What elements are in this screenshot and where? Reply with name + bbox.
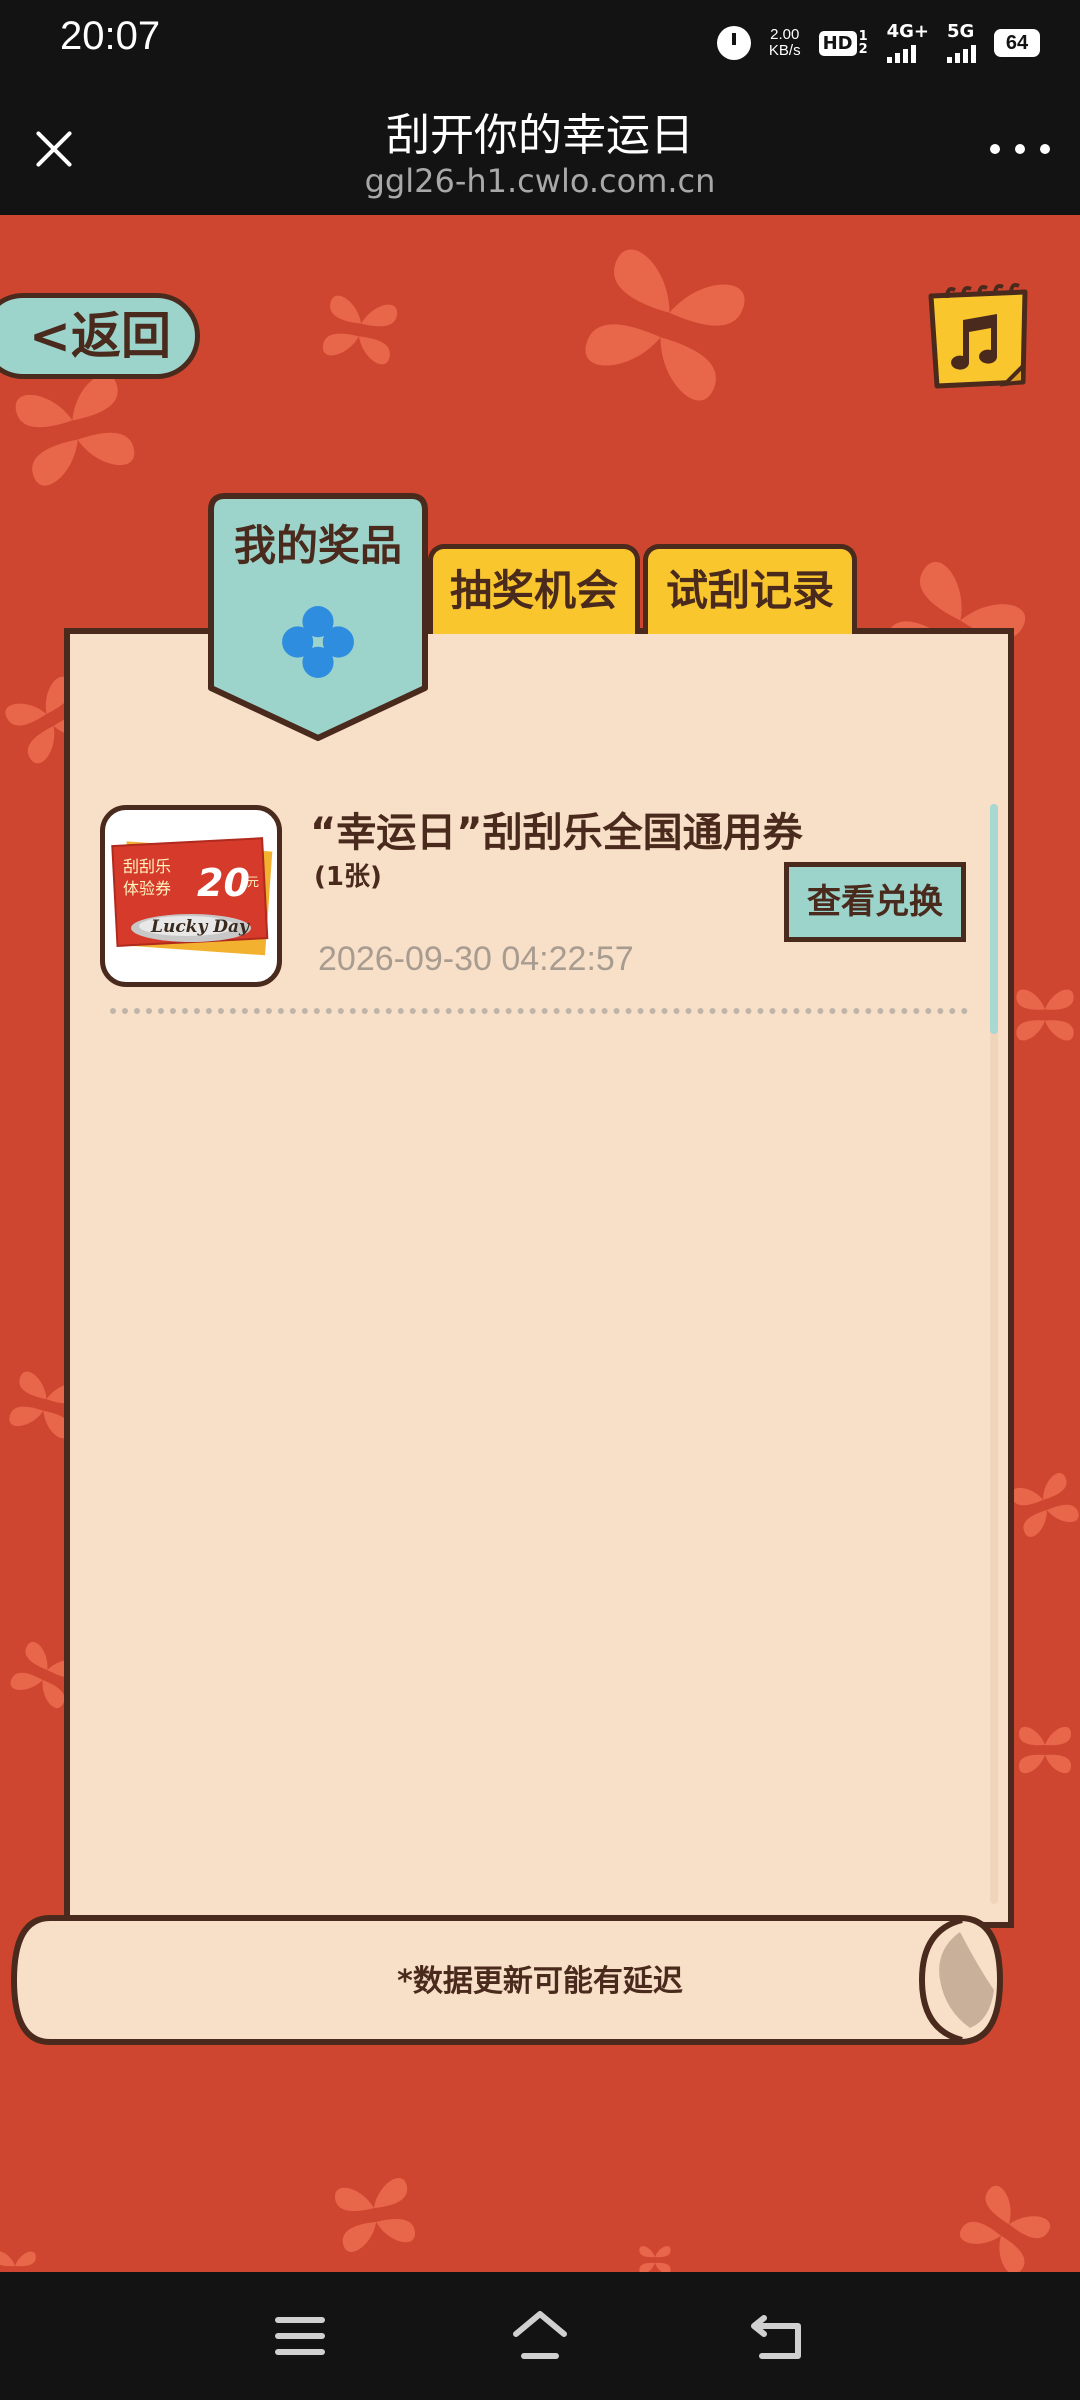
tab-my-prizes-label: 我的奖品 bbox=[233, 521, 402, 570]
speed-value: 2.00 bbox=[770, 26, 800, 43]
tab-my-prizes[interactable]: 我的奖品 bbox=[207, 492, 429, 742]
tab-lottery-chances[interactable]: 抽奖机会 bbox=[428, 544, 640, 634]
scrollbar-thumb[interactable] bbox=[990, 804, 998, 1034]
signal-5g: 5G bbox=[947, 23, 976, 63]
network-4g-label: 4G+ bbox=[886, 21, 929, 42]
clover-icon bbox=[585, 249, 745, 401]
status-bar: 20:07 2.00 KB/s HD 1 2 4G+ 5G 64 bbox=[0, 0, 1080, 85]
alarm-icon bbox=[716, 26, 751, 60]
voucher-brand: Lucky Day bbox=[150, 917, 250, 937]
voucher-line1: 刮刮乐 bbox=[123, 857, 171, 876]
clover-icon bbox=[323, 295, 397, 365]
tab-scratch-history[interactable]: 试刮记录 bbox=[643, 544, 857, 634]
scrollbar[interactable] bbox=[990, 804, 998, 1904]
navigation-bar bbox=[0, 2272, 1080, 2400]
voucher-line2: 体验券 bbox=[123, 879, 171, 898]
voucher-unit: 元 bbox=[247, 875, 259, 889]
list-item: 刮刮乐 体验券 20 元 Lucky Day “幸运日”刮刮乐全国通用券 (1张… bbox=[100, 800, 968, 1020]
music-note-icon[interactable] bbox=[925, 282, 1029, 392]
prize-thumbnail: 刮刮乐 体验券 20 元 Lucky Day bbox=[100, 805, 282, 987]
more-dots-icon[interactable] bbox=[990, 137, 1050, 161]
menu-icon[interactable] bbox=[270, 2308, 330, 2364]
divider bbox=[110, 1008, 968, 1014]
signal-bars-icon bbox=[947, 41, 976, 63]
prize-name: “幸运日”刮刮乐全国通用券 bbox=[310, 810, 803, 856]
clover-icon bbox=[335, 2178, 415, 2252]
voucher-image: 刮刮乐 体验券 20 元 Lucky Day bbox=[111, 837, 273, 956]
hd-icon: HD bbox=[818, 30, 857, 56]
speed-unit: KB/s bbox=[768, 42, 801, 59]
prize-count: (1张) bbox=[314, 862, 382, 892]
back-nav-icon[interactable] bbox=[750, 2308, 810, 2364]
status-icons: 2.00 KB/s HD 1 2 4G+ 5G 64 bbox=[716, 18, 1040, 68]
voucher-amount: 20 bbox=[197, 861, 250, 905]
network-speed: 2.00 KB/s bbox=[769, 27, 801, 59]
home-icon[interactable] bbox=[510, 2308, 570, 2364]
status-time: 20:07 bbox=[60, 14, 161, 58]
battery-icon: 64 bbox=[994, 29, 1040, 57]
clover-icon bbox=[282, 606, 354, 678]
network-5g-label: 5G bbox=[947, 21, 975, 42]
page-title: 刮开你的幸运日 bbox=[386, 110, 694, 161]
view-redeem-button[interactable]: 查看兑换 bbox=[784, 862, 966, 942]
prize-date: 2026-09-30 04:22:57 bbox=[318, 940, 634, 978]
hd-indicator: HD 1 2 bbox=[818, 29, 869, 57]
data-delay-note: *数据更新可能有延迟 bbox=[397, 1964, 683, 1999]
signal-4g: 4G+ bbox=[886, 21, 929, 63]
sim-digits: 1 2 bbox=[858, 29, 868, 57]
back-button[interactable]: <返回 bbox=[0, 293, 200, 379]
signal-bars-icon bbox=[886, 41, 929, 63]
